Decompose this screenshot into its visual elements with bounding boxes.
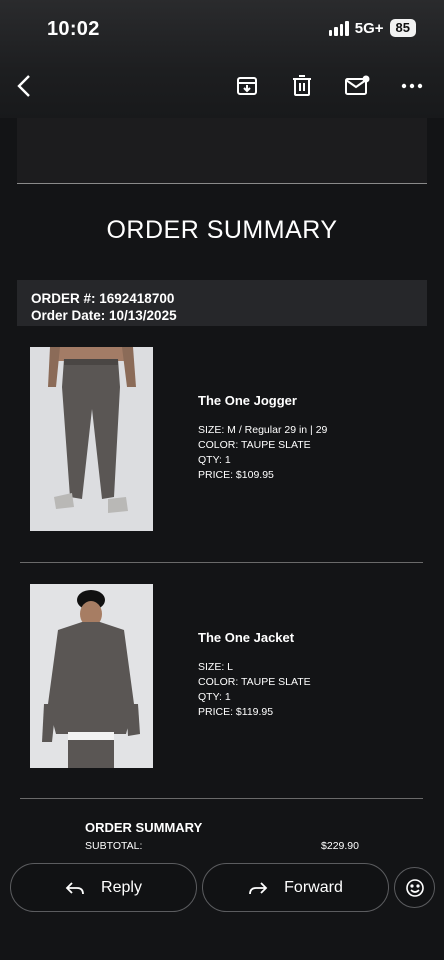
back-icon[interactable] [9,70,41,102]
item-name: The One Jogger [198,393,297,408]
divider [20,798,423,799]
item-color: COLOR: TAUPE SLATE [198,676,311,688]
mark-unread-icon[interactable] [341,70,373,102]
email-body: ORDER SUMMARY ORDER #: 1692418700 Order … [0,118,444,960]
top-bar: 10:02 5G+ 85 [0,0,444,118]
network-label: 5G+ [354,19,384,37]
forward-icon [249,881,268,894]
battery-icon: 85 [389,19,416,37]
reply-actions: Reply Forward [0,850,444,960]
smiley-icon [405,878,424,897]
item-price: PRICE: $109.95 [198,469,274,481]
email-header-banner [17,118,427,184]
status-time: 10:02 [47,18,100,40]
order-summary-heading: ORDER SUMMARY [85,820,203,835]
more-icon[interactable] [396,70,428,102]
reply-icon [65,881,84,894]
item-size: SIZE: M / Regular 29 in | 29 [198,424,328,436]
product-image-jogger [30,347,153,531]
item-qty: QTY: 1 [198,691,231,703]
item-color: COLOR: TAUPE SLATE [198,439,311,451]
archive-icon[interactable] [231,70,263,102]
signal-icon [328,20,349,36]
item-qty: QTY: 1 [198,454,231,466]
status-indicators: 5G+ 85 [328,19,416,37]
order-info: ORDER #: 1692418700 Order Date: 10/13/20… [17,280,427,326]
item-details: The One Jogger SIZE: M / Regular 29 in |… [198,393,327,483]
item-price: PRICE: $119.95 [198,706,274,718]
page-title: ORDER SUMMARY [106,216,338,244]
divider [20,562,423,563]
emoji-reaction-button[interactable] [394,867,435,908]
reply-button[interactable]: Reply [10,863,197,912]
reply-label: Reply [101,878,142,896]
forward-label: Forward [284,878,343,896]
order-date: Order Date: 10/13/2025 [31,308,177,323]
product-image-jacket [30,584,153,768]
item-details: The One Jacket SIZE: L COLOR: TAUPE SLAT… [198,630,311,720]
trash-icon[interactable] [286,70,318,102]
forward-button[interactable]: Forward [202,863,389,912]
email-toolbar [0,64,444,108]
item-size: SIZE: L [198,661,234,673]
item-name: The One Jacket [198,630,295,645]
order-number: ORDER #: 1692418700 [31,291,175,306]
